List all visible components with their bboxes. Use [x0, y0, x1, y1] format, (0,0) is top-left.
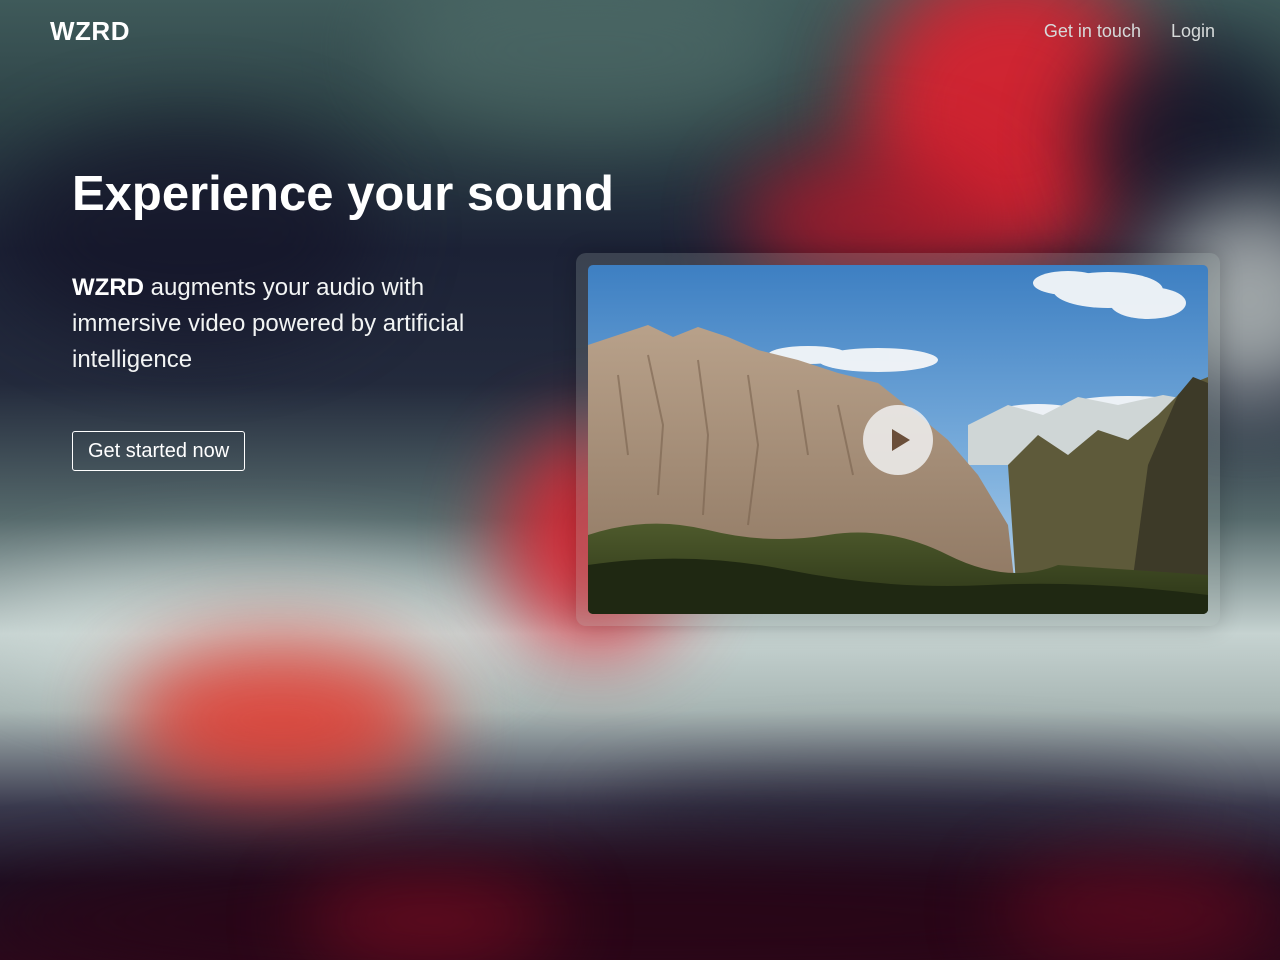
page: WZRD Get in touch Login Experience your … — [0, 0, 1280, 960]
nav-link-get-in-touch[interactable]: Get in touch — [1044, 21, 1141, 42]
top-nav: Get in touch Login — [1044, 21, 1215, 42]
video-card — [576, 253, 1220, 626]
get-started-button[interactable]: Get started now — [72, 431, 246, 471]
hero-title: Experience your sound — [72, 167, 614, 221]
nav-link-login[interactable]: Login — [1171, 21, 1215, 42]
play-button[interactable] — [863, 405, 933, 475]
hero-description-brand: WZRD — [72, 274, 144, 301]
hero-description: WZRD augments your audio with immersive … — [72, 270, 512, 378]
play-icon — [891, 429, 910, 451]
logo[interactable]: WZRD — [50, 16, 130, 47]
video-player[interactable] — [588, 265, 1208, 614]
site-header: WZRD Get in touch Login — [0, 0, 1280, 64]
